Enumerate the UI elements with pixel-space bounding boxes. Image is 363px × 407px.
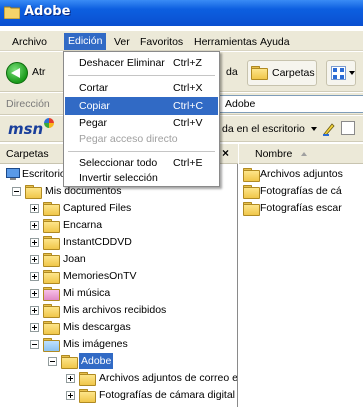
address-value: Adobe: [225, 98, 256, 110]
menu-item-undo[interactable]: Deshacer Eliminar Ctrl+Z: [65, 54, 218, 72]
file-list: Archivos adjuntos Fotografías de cá Foto…: [239, 164, 363, 407]
folder-icon: [43, 253, 60, 267]
folder-icon: [243, 202, 260, 216]
folder-icon: [79, 372, 96, 386]
views-icon: [331, 66, 346, 80]
msn-search-label[interactable]: da en el escritorio: [222, 123, 305, 135]
close-icon[interactable]: ×: [222, 146, 229, 160]
expand-icon[interactable]: [30, 272, 39, 281]
folders-pane-title: Carpetas: [6, 148, 49, 160]
folders-icon: [251, 66, 268, 80]
music-folder-icon: [43, 287, 60, 301]
expand-icon[interactable]: [30, 306, 39, 315]
collapse-icon[interactable]: [30, 340, 39, 349]
menu-item-copy[interactable]: Copiar Ctrl+C: [65, 97, 218, 115]
title-bar: Adobe: [0, 0, 363, 26]
views-button[interactable]: [326, 60, 356, 86]
name-column-header[interactable]: Nombre: [239, 144, 363, 164]
msn-logo[interactable]: msn: [8, 118, 54, 138]
menu-favoritos[interactable]: Favoritos: [136, 34, 187, 50]
expand-icon[interactable]: [30, 323, 39, 332]
menu-separator: [68, 151, 215, 152]
expand-icon[interactable]: [30, 289, 39, 298]
expand-icon[interactable]: [30, 238, 39, 247]
window-title: Adobe: [24, 4, 71, 19]
folder-icon: [79, 389, 96, 403]
folder-icon: [4, 6, 20, 19]
menu-archivo[interactable]: Archivo: [8, 34, 51, 50]
menu-edicion[interactable]: Edición: [64, 33, 107, 50]
edit-icon[interactable]: [341, 121, 355, 135]
back-button-label[interactable]: Atr: [32, 66, 45, 78]
menu-bar: Archivo Edición Ver Favoritos Herramient…: [0, 31, 363, 51]
folder-icon: [43, 236, 60, 250]
folder-icon: [43, 270, 60, 284]
menu-item-invert-selection[interactable]: Invertir selección: [65, 169, 218, 187]
expand-icon[interactable]: [66, 391, 75, 400]
column-label: Nombre: [255, 148, 293, 160]
menu-herramientas[interactable]: Herramientas: [190, 34, 261, 50]
back-arrow-icon[interactable]: [6, 62, 28, 84]
chevron-down-icon[interactable]: [311, 127, 317, 131]
folder-icon: [43, 202, 60, 216]
folder-icon: [43, 219, 60, 233]
folder-icon: [43, 321, 60, 335]
highlighter-icon[interactable]: [322, 122, 336, 136]
expand-icon[interactable]: [30, 221, 39, 230]
expand-icon[interactable]: [66, 374, 75, 383]
pictures-folder-icon: [43, 338, 60, 352]
folder-tree: Escritorio Mis documentos Captured Files…: [0, 164, 238, 407]
menu-separator: [68, 75, 215, 76]
menu-item-paste-shortcut: Pegar acceso directo: [79, 133, 178, 145]
folders-button[interactable]: Carpetas: [247, 60, 317, 86]
address-input[interactable]: Adobe: [218, 95, 363, 113]
collapse-icon[interactable]: [48, 357, 57, 366]
address-label: Dirección: [6, 98, 50, 110]
expand-icon[interactable]: [30, 204, 39, 213]
folders-button-label: Carpetas: [272, 67, 315, 79]
collapse-icon[interactable]: [12, 187, 21, 196]
folder-icon: [243, 168, 260, 182]
folder-open-icon: [61, 355, 78, 369]
edit-menu: Deshacer Eliminar Ctrl+Z Cortar Ctrl+X Cop…: [63, 51, 220, 187]
sort-ascending-icon: [301, 152, 307, 156]
chevron-down-icon: [349, 71, 355, 75]
documents-icon: [25, 185, 42, 199]
menu-ayuda[interactable]: Ayuda: [256, 34, 294, 50]
menu-ver[interactable]: Ver: [110, 34, 134, 50]
expand-icon[interactable]: [30, 255, 39, 264]
folder-icon: [43, 304, 60, 318]
msn-butterfly-icon: [44, 118, 54, 128]
search-button-label[interactable]: da: [226, 66, 238, 78]
menu-item-cut[interactable]: Cortar Ctrl+X: [65, 79, 218, 97]
folder-icon: [243, 185, 260, 199]
desktop-icon: [6, 168, 20, 180]
